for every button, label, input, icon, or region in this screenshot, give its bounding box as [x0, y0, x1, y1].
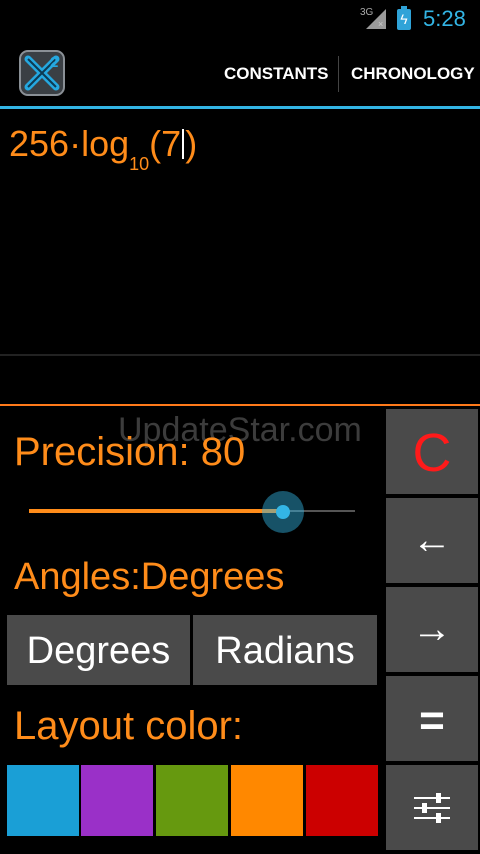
- settings-toggle-button[interactable]: [386, 765, 478, 850]
- degrees-button[interactable]: Degrees: [7, 615, 190, 685]
- chronology-button[interactable]: CHRONOLOGY: [351, 38, 475, 106]
- angles-label: Angles:Degrees: [14, 556, 285, 598]
- color-swatch-blue[interactable]: [7, 765, 79, 836]
- action-bar-divider: [338, 56, 339, 92]
- expr-dot: ·: [69, 123, 82, 164]
- text-cursor: [182, 129, 185, 159]
- equals-button[interactable]: =: [386, 676, 478, 761]
- layout-color-label: Layout color:: [14, 704, 244, 748]
- no-data-icon: ×: [378, 19, 384, 29]
- expr-close-paren: ): [185, 123, 198, 164]
- result-display: [0, 356, 480, 404]
- expr-coefficient: 256: [9, 123, 70, 164]
- expr-func: log: [81, 123, 130, 164]
- action-bar: 2 CONSTANTS CHRONOLOGY: [0, 38, 480, 109]
- color-swatch-purple[interactable]: [81, 765, 153, 836]
- svg-text:2: 2: [50, 54, 58, 71]
- color-swatch-orange[interactable]: [231, 765, 303, 836]
- expr-argument: 7: [161, 123, 182, 164]
- precision-slider-fill: [29, 509, 284, 513]
- precision-label: Precision: 80: [14, 430, 246, 474]
- expression-text: 256·log10(7): [9, 123, 197, 175]
- expr-base: 10: [129, 154, 150, 174]
- app-logo-icon[interactable]: 2: [18, 49, 66, 97]
- color-swatch-red[interactable]: [306, 765, 378, 836]
- status-clock: 5:28: [423, 6, 466, 31]
- cursor-left-button[interactable]: ←: [386, 498, 478, 583]
- constants-button[interactable]: CONSTANTS: [224, 38, 329, 106]
- expression-display[interactable]: 256·log10(7): [0, 109, 480, 355]
- color-swatch-green[interactable]: [156, 765, 228, 836]
- status-bar: 3G × ϟ 5:28: [0, 0, 480, 38]
- clear-button[interactable]: C: [386, 409, 478, 494]
- precision-slider-thumb[interactable]: [262, 491, 305, 533]
- panel-divider: [0, 404, 480, 406]
- cursor-right-button[interactable]: →: [386, 587, 478, 672]
- battery-charging-icon: ϟ: [397, 6, 411, 30]
- sliders-icon: [414, 793, 450, 823]
- expr-open-paren: (: [149, 123, 162, 164]
- radians-button[interactable]: Radians: [193, 615, 377, 685]
